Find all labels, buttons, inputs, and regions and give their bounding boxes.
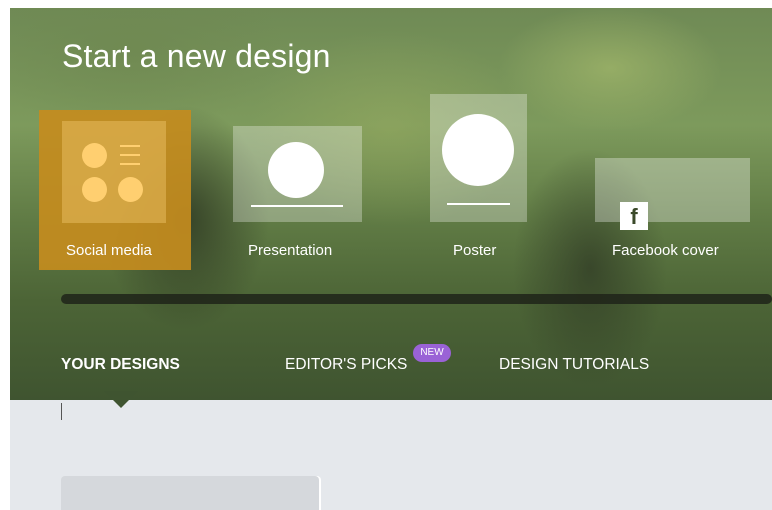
tab-editors-picks[interactable]: EDITOR'S PICKS	[285, 356, 407, 374]
template-label[interactable]: Poster	[453, 242, 496, 259]
design-card[interactable]	[61, 476, 319, 510]
tab-your-designs[interactable]: YOUR DESIGNS	[61, 356, 180, 374]
text-cursor	[61, 403, 62, 420]
template-label[interactable]: Facebook cover	[612, 242, 719, 259]
hero-banner: Start a new design Social media Presenta…	[10, 8, 772, 400]
designs-tabs: YOUR DESIGNS EDITOR'S PICKS DESIGN TUTOR…	[10, 356, 772, 380]
designs-content-area	[10, 400, 772, 510]
new-badge: NEW	[413, 344, 451, 362]
presentation-layout-icon	[268, 142, 324, 198]
template-poster[interactable]	[430, 94, 527, 222]
template-label: Social media	[66, 242, 152, 259]
facebook-icon: f	[620, 202, 648, 230]
tab-design-tutorials[interactable]: DESIGN TUTORIALS	[499, 356, 649, 374]
page-title: Start a new design	[62, 38, 331, 74]
template-presentation[interactable]	[233, 126, 362, 222]
poster-layout-icon	[442, 114, 514, 186]
template-social-media[interactable]: Social media	[39, 110, 191, 270]
templates-scrollbar[interactable]	[61, 294, 772, 304]
active-tab-pointer	[104, 391, 138, 408]
template-label[interactable]: Presentation	[248, 242, 332, 259]
template-facebook-cover[interactable]	[595, 158, 750, 222]
social-media-layout-icon	[62, 121, 166, 223]
